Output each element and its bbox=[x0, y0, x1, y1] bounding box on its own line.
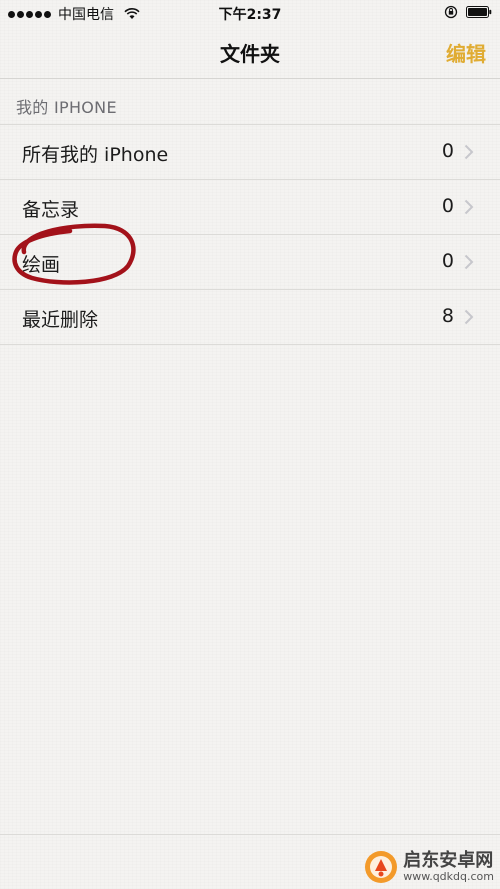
folder-count: 8 bbox=[441, 305, 454, 327]
folder-name: 最近删除 bbox=[22, 309, 99, 331]
folder-list: 所有我的 iPhone 0 备忘录 0 绘画 0 最近删除 8 bbox=[0, 124, 500, 345]
status-bar: 中国电信 下午2:37 bbox=[0, 0, 500, 26]
watermark-text: 启东安卓网 www.qdkdq.com bbox=[403, 851, 494, 883]
page-title: 文件夹 bbox=[220, 42, 280, 66]
watermark-name: 启东安卓网 bbox=[403, 850, 494, 872]
folder-count: 0 bbox=[441, 195, 454, 217]
chevron-right-icon bbox=[464, 309, 474, 325]
folder-row-drawing[interactable]: 绘画 0 bbox=[0, 235, 500, 290]
folder-row-all-iphone[interactable]: 所有我的 iPhone 0 bbox=[0, 125, 500, 180]
battery-icon bbox=[466, 6, 492, 18]
watermark-logo-icon bbox=[365, 851, 398, 883]
chevron-right-icon bbox=[464, 199, 474, 215]
folder-count: 0 bbox=[441, 140, 454, 162]
chevron-right-icon bbox=[464, 144, 474, 160]
folder-name: 所有我的 iPhone bbox=[22, 144, 169, 166]
folder-name: 备忘录 bbox=[22, 199, 80, 221]
status-right bbox=[444, 5, 492, 19]
edit-button[interactable]: 编辑 bbox=[446, 38, 486, 67]
watermark-url: www.qdkdq.com bbox=[403, 869, 494, 883]
folder-row-notes[interactable]: 备忘录 0 bbox=[0, 180, 500, 235]
status-time: 下午2:37 bbox=[218, 7, 282, 23]
navigation-bar: 文件夹 编辑 bbox=[0, 26, 500, 79]
folder-row-recently-deleted[interactable]: 最近删除 8 bbox=[0, 290, 500, 345]
orientation-lock-icon bbox=[444, 5, 458, 19]
watermark: 启东安卓网 www.qdkdq.com bbox=[363, 849, 494, 885]
section-header: 我的 IPHONE bbox=[16, 98, 117, 117]
chevron-right-icon bbox=[464, 254, 474, 270]
folder-count: 0 bbox=[441, 250, 454, 272]
folder-name: 绘画 bbox=[22, 254, 61, 276]
